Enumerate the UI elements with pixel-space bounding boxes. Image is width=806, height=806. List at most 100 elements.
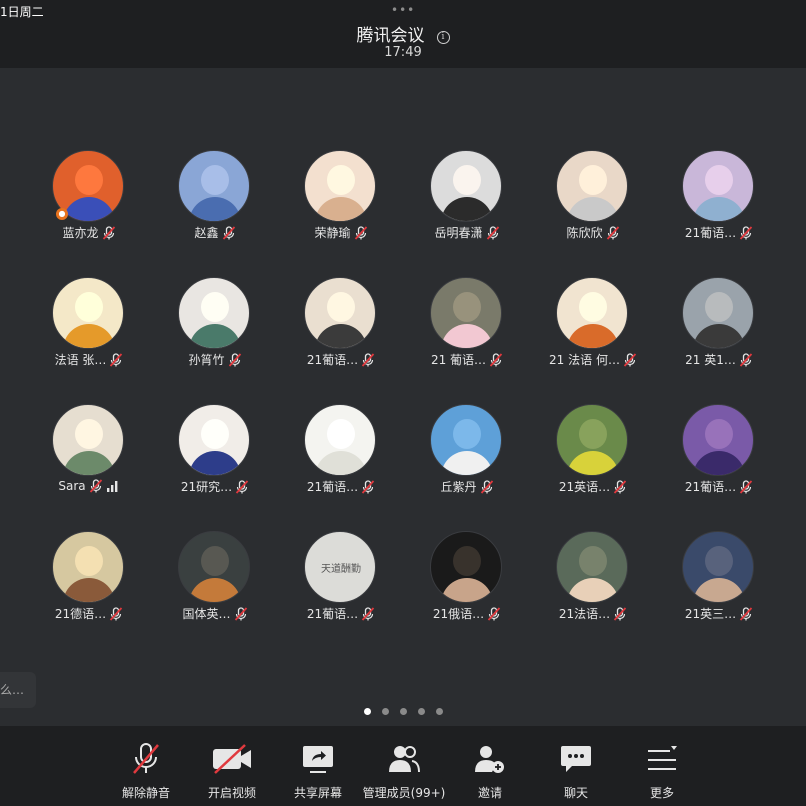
- participant-avatar: 天道酬勤: [304, 531, 376, 603]
- participant-tile[interactable]: Sara: [26, 404, 152, 514]
- participant-name: 21英三…: [684, 607, 737, 621]
- participant-name-row: 21法语…: [530, 605, 656, 623]
- participant-tile[interactable]: 陈欣欣: [530, 150, 656, 260]
- share-screen-button[interactable]: 共享屏幕: [275, 742, 361, 800]
- participant-avatar: [178, 150, 250, 222]
- unmute-label: 解除静音: [121, 786, 170, 800]
- invite-button[interactable]: 邀请: [447, 742, 533, 800]
- mic-muted-icon: [739, 479, 753, 494]
- meeting-clock: 17:49: [384, 45, 422, 60]
- participant-name-row: 岳明春潇: [404, 224, 530, 242]
- participant-tile[interactable]: 21法语…: [530, 531, 656, 641]
- participant-tile[interactable]: 法语 张…: [26, 277, 152, 387]
- participant-avatar: [304, 150, 376, 222]
- participant-name: 21葡语…: [306, 607, 359, 621]
- participant-tile[interactable]: 丘紫丹: [404, 404, 530, 514]
- participant-avatar: [556, 277, 628, 349]
- share-screen-label: 共享屏幕: [293, 786, 342, 800]
- participant-name-row: 21葡语…: [656, 224, 782, 242]
- participant-name-row: 孙筲竹: [152, 351, 278, 369]
- participant-name: 孙筲竹: [188, 353, 225, 367]
- participant-tile[interactable]: 21研究…: [152, 404, 278, 514]
- status-time: 1日周二: [0, 5, 44, 19]
- participant-tile[interactable]: 21俄语…: [404, 531, 530, 641]
- participant-tile[interactable]: 岳明春潇: [404, 150, 530, 260]
- participant-name: 21 葡语…: [430, 353, 487, 367]
- camera-off-icon: [213, 744, 251, 774]
- mic-muted-icon: [739, 606, 753, 621]
- participant-tile[interactable]: 21 法语 何…: [530, 277, 656, 387]
- chat-button[interactable]: 聊天: [533, 742, 619, 800]
- participant-name: 法语 张…: [54, 353, 107, 367]
- meeting-title-row[interactable]: 腾讯会议 i: [0, 21, 806, 46]
- more-button[interactable]: 更多: [619, 742, 705, 800]
- participant-avatar: [178, 404, 250, 476]
- participant-tile[interactable]: 天道酬勤 21葡语…: [278, 531, 404, 641]
- mic-muted-icon: [613, 606, 627, 621]
- participant-name-row: 21葡语…: [656, 478, 782, 496]
- chat-preview-tab[interactable]: 么…: [0, 672, 36, 708]
- participant-tile[interactable]: 国体英…: [152, 531, 278, 641]
- manage-members-button[interactable]: 管理成员(99+): [361, 742, 447, 800]
- participant-name: 21法语…: [558, 607, 611, 621]
- participant-tile[interactable]: 21德语…: [26, 531, 152, 641]
- page-dot[interactable]: [364, 708, 371, 715]
- participant-tile[interactable]: 孙筲竹: [152, 277, 278, 387]
- participant-avatar: [682, 150, 754, 222]
- participant-name: 赵鑫: [194, 226, 219, 240]
- participant-name: 21 法语 何…: [549, 353, 620, 367]
- participant-avatar: [430, 150, 502, 222]
- participant-name: 21葡语…: [306, 353, 359, 367]
- participant-avatar: [682, 277, 754, 349]
- participant-tile[interactable]: 21葡语…: [278, 404, 404, 514]
- participant-tile[interactable]: 21英三…: [656, 531, 782, 641]
- participant-name: 丘紫丹: [440, 480, 477, 494]
- page-dot[interactable]: [382, 708, 389, 715]
- participant-tile[interactable]: 21 英1…: [656, 277, 782, 387]
- participant-avatar: [304, 277, 376, 349]
- participant-tile[interactable]: 21英语…: [530, 404, 656, 514]
- mic-muted-icon: [623, 352, 637, 367]
- participant-tile[interactable]: 21葡语…: [278, 277, 404, 387]
- page-dot[interactable]: [400, 708, 407, 715]
- participant-avatar: [556, 150, 628, 222]
- participant-tile[interactable]: 21葡语…: [656, 150, 782, 260]
- participant-tile[interactable]: 荣静瑜: [278, 150, 404, 260]
- mic-muted-icon: [361, 352, 375, 367]
- participant-avatar: [556, 404, 628, 476]
- participant-name-row: 21 葡语…: [404, 351, 530, 369]
- members-icon: [389, 746, 420, 773]
- meeting-toolbar: 解除静音 开启视频 共享屏幕 管理成员(99+) 邀请 聊天 更多: [0, 726, 806, 806]
- participant-avatar: [178, 277, 250, 349]
- participant-tile[interactable]: ● 蓝亦龙: [26, 150, 152, 260]
- page-dot[interactable]: [418, 708, 425, 715]
- start-video-button[interactable]: 开启视频: [189, 742, 275, 800]
- mic-muted-icon: [228, 352, 242, 367]
- participant-avatar: [682, 531, 754, 603]
- participant-avatar: [430, 277, 502, 349]
- participant-name: 21德语…: [54, 607, 107, 621]
- participant-name-row: 21德语…: [26, 605, 152, 623]
- more-menu-icon: [648, 746, 677, 770]
- participant-tile[interactable]: 21 葡语…: [404, 277, 530, 387]
- participant-name-row: 21葡语…: [278, 351, 404, 369]
- participant-name-row: 陈欣欣: [530, 224, 656, 242]
- participant-name: 岳明春潇: [434, 226, 483, 240]
- participant-name-row: 21俄语…: [404, 605, 530, 623]
- participant-name-row: 蓝亦龙: [26, 224, 152, 242]
- mic-muted-icon: [222, 225, 236, 240]
- page-dot[interactable]: [436, 708, 443, 715]
- share-screen-icon: [303, 746, 333, 773]
- participant-tile[interactable]: 21葡语…: [656, 404, 782, 514]
- participant-avatar: [52, 277, 124, 349]
- participant-name-row: 国体英…: [152, 605, 278, 623]
- unmute-button[interactable]: 解除静音: [103, 742, 189, 800]
- drag-handle[interactable]: •••: [391, 4, 415, 16]
- info-icon[interactable]: i: [436, 31, 450, 44]
- participant-tile[interactable]: 赵鑫: [152, 150, 278, 260]
- participant-name: 21葡语…: [684, 226, 737, 240]
- page-indicator[interactable]: [364, 700, 454, 715]
- mic-muted-icon: [89, 478, 103, 493]
- participant-name-row: 21葡语…: [278, 605, 404, 623]
- participant-name: 21葡语…: [306, 480, 359, 494]
